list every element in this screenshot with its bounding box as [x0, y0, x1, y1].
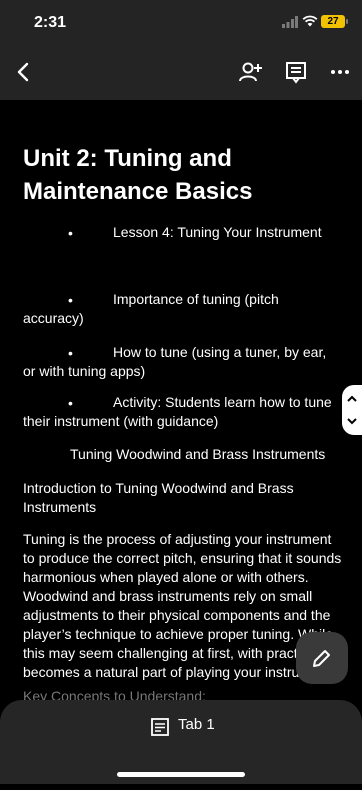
- back-icon[interactable]: [10, 58, 38, 86]
- comments-icon[interactable]: [282, 58, 310, 86]
- bullet-text: Lesson 4: Tuning Your Instrument: [113, 224, 322, 240]
- top-toolbar: [0, 48, 362, 100]
- intro-heading: Introduction to Tuning Woodwind and Bras…: [23, 480, 294, 496]
- paragraph-line: Tuning is the process of adjusting your …: [23, 531, 332, 547]
- bullet-dot: •: [68, 292, 73, 308]
- paragraph-line: harmonious when played alone or with oth…: [23, 569, 309, 585]
- page-nav-handle[interactable]: [342, 385, 362, 435]
- paragraph-line: becomes a natural part of playing your i…: [23, 664, 300, 680]
- document-body[interactable]: Unit 2: Tuning and Maintenance Basics • …: [0, 100, 362, 790]
- cut-off-line: Key Concepts to Understand:: [23, 688, 206, 700]
- bullet-text: Activity: Students learn how to tune: [113, 394, 332, 410]
- bullet-dot: •: [68, 225, 73, 241]
- paragraph-line: Woodwind and brass instruments rely on s…: [23, 588, 313, 604]
- wifi-icon: [302, 15, 318, 27]
- paragraph-line: to produce the correct pitch, ensuring t…: [23, 550, 342, 566]
- document-title: Unit 2: Tuning and Maintenance Basics: [23, 145, 253, 205]
- bullet-text: How to tune (using a tuner, by ear,: [113, 344, 327, 360]
- tab-label[interactable]: Tab 1: [178, 716, 215, 733]
- battery-indicator: 27: [321, 15, 348, 28]
- pencil-icon: [313, 650, 330, 667]
- bullet-text: Importance of tuning (pitch: [113, 291, 279, 307]
- bullet-dot: •: [68, 395, 73, 411]
- status-bar: 2:31 27: [0, 0, 362, 48]
- chevron-up-icon[interactable]: [346, 393, 358, 405]
- intro-heading-continued: Instruments: [23, 499, 97, 515]
- bullet-dot: •: [68, 345, 73, 361]
- more-icon[interactable]: [326, 58, 354, 86]
- home-indicator: [117, 772, 245, 777]
- document-tab-icon: [151, 718, 169, 736]
- paragraph-line: adjustments to their physical components…: [23, 607, 331, 623]
- bullet-text-continued: their instrument (with guidance): [23, 413, 219, 429]
- tab-bottom-sheet[interactable]: Tab 1: [0, 700, 362, 784]
- chevron-down-icon[interactable]: [346, 415, 358, 427]
- paragraph-line: player’s technique to achieve proper tun…: [23, 626, 334, 642]
- status-time: 2:31: [34, 14, 67, 31]
- bullet-text-continued: accuracy): [23, 310, 84, 326]
- signal-icon: [282, 16, 298, 28]
- bullet-text-continued: or with tuning apps): [23, 363, 146, 379]
- edit-button[interactable]: [296, 632, 348, 684]
- section-heading: Tuning Woodwind and Brass Instruments: [70, 446, 326, 462]
- paragraph-line: this may seem challenging at first, with…: [23, 645, 301, 661]
- add-person-icon[interactable]: [236, 58, 264, 86]
